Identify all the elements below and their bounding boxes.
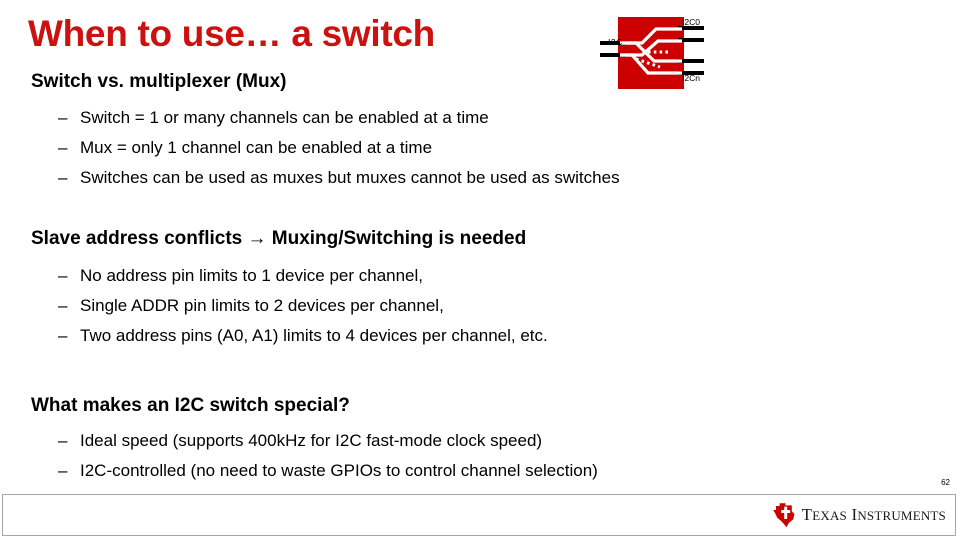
bullet-dash-icon: – <box>58 431 68 450</box>
list-item: – No address pin limits to 1 device per … <box>58 261 548 291</box>
bullet-dash-icon: – <box>58 296 68 315</box>
list-item-label: Ideal speed (supports 400kHz for I2C fas… <box>80 431 543 450</box>
list-item: – I2C-controlled (no need to waste GPIOs… <box>58 456 598 486</box>
heading-slave-address-conflicts: Slave address conflicts → Muxing/Switchi… <box>31 228 527 249</box>
bullet-dash-icon: – <box>58 266 68 285</box>
bullet-list-slave-address-conflicts: – No address pin limits to 1 device per … <box>58 261 548 351</box>
list-item-label: Switches can be used as muxes but muxes … <box>80 168 620 187</box>
list-item-label: Switch = 1 or many channels can be enabl… <box>80 108 489 127</box>
i2c-switch-diagram: I2C I2C0 I2Cn <box>596 12 718 94</box>
list-item-label: No address pin limits to 1 device per ch… <box>80 266 424 285</box>
list-item: – Switches can be used as muxes but muxe… <box>58 163 620 193</box>
bullet-dash-icon: – <box>58 108 68 127</box>
diagram-label-i2c-input: I2C <box>608 37 623 47</box>
bullet-dash-icon: – <box>58 138 68 157</box>
bullet-list-i2c-switch-special: – Ideal speed (supports 400kHz for I2C f… <box>58 426 598 486</box>
bullet-list-switch-vs-mux: – Switch = 1 or many channels can be ena… <box>58 103 620 193</box>
list-item-label: Single ADDR pin limits to 2 devices per … <box>80 296 444 315</box>
list-item-label: Two address pins (A0, A1) limits to 4 de… <box>80 326 548 345</box>
texas-instruments-wordmark: TEXAS INSTRUMENTS <box>802 506 946 524</box>
logo-text-t: T <box>801 505 813 524</box>
list-item: – Ideal speed (supports 400kHz for I2C f… <box>58 426 598 456</box>
page-title: When to use… a switch <box>28 13 435 54</box>
logo-text-exas: EXAS <box>812 508 847 523</box>
heading-switch-vs-mux: Switch vs. multiplexer (Mux) <box>31 71 287 92</box>
slide-footer: TEXAS INSTRUMENTS <box>2 494 956 536</box>
list-item: – Single ADDR pin limits to 2 devices pe… <box>58 291 548 321</box>
texas-state-icon <box>772 503 795 528</box>
texas-instruments-logo: TEXAS INSTRUMENTS <box>771 501 946 529</box>
diagram-label-i2cn: I2Cn <box>682 73 700 83</box>
bullet-dash-icon: – <box>58 461 68 480</box>
list-item: – Switch = 1 or many channels can be ena… <box>58 103 620 133</box>
list-item-label: I2C-controlled (no need to waste GPIOs t… <box>80 461 598 480</box>
bullet-dash-icon: – <box>58 168 68 187</box>
page-number: 62 <box>941 478 950 487</box>
logo-text-nstruments: NSTRUMENTS <box>857 508 946 523</box>
list-item: – Two address pins (A0, A1) limits to 4 … <box>58 321 548 351</box>
list-item-label: Mux = only 1 channel can be enabled at a… <box>80 138 433 157</box>
list-item: – Mux = only 1 channel can be enabled at… <box>58 133 620 163</box>
heading-what-makes-i2c-switch-special: What makes an I2C switch special? <box>31 395 350 416</box>
bullet-dash-icon: – <box>58 326 68 345</box>
diagram-label-i2c0: I2C0 <box>682 17 700 27</box>
